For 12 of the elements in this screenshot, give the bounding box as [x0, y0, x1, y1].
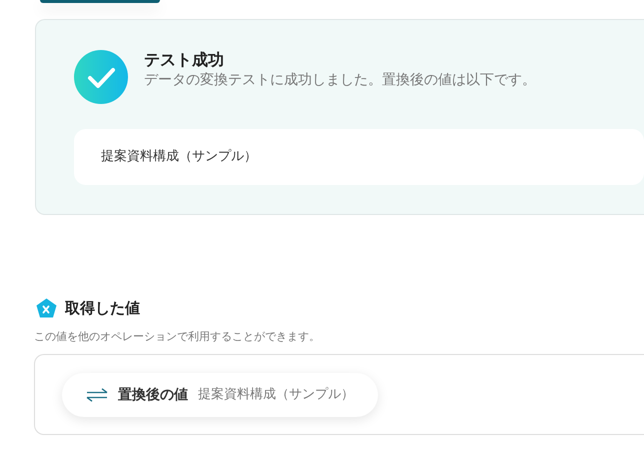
value-chip[interactable]: 置換後の値 提案資料構成（サンプル）: [62, 373, 378, 417]
value-text: 提案資料構成（サンプル）: [198, 386, 354, 404]
cut-off-button[interactable]: [40, 0, 160, 3]
section-title: 取得した値: [65, 298, 140, 319]
value-label: 置換後の値: [118, 386, 188, 404]
section-description: この値を他のオペレーションで利用することができます。: [34, 328, 321, 344]
result-value: 提案資料構成（サンプル）: [101, 148, 257, 166]
success-message: データの変換テストに成功しました。置換後の値は以下です。: [144, 70, 536, 90]
success-title: テスト成功: [144, 50, 225, 71]
variable-icon: [36, 298, 57, 318]
checkmark-icon: [74, 50, 128, 104]
swap-arrows-icon: [86, 388, 108, 402]
